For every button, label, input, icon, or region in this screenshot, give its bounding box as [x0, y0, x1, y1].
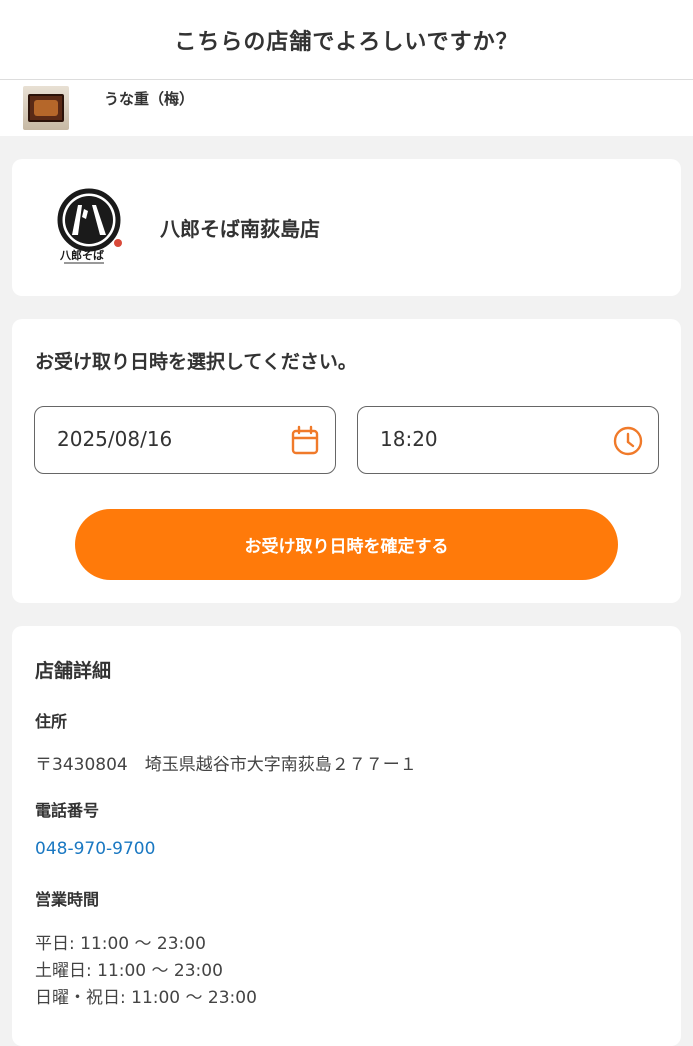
hours-sunday-holiday: 日曜・祝日: 11:00 〜 23:00	[35, 988, 257, 1008]
calendar-icon[interactable]	[289, 425, 321, 457]
confirm-pickup-button[interactable]: お受け取り日時を確定する	[75, 509, 618, 580]
store-name: 八郎そば南荻島店	[160, 217, 320, 241]
store-details-heading: 店舗詳細	[35, 660, 112, 682]
pickup-time-value: 18:20	[380, 427, 438, 451]
phone-link[interactable]: 048-970-9700	[35, 839, 155, 859]
pickup-date-field[interactable]: 2025/08/16	[34, 406, 336, 474]
store-logo-text: 八郎そば	[59, 248, 104, 262]
order-item-row: うな重（梅）	[0, 80, 693, 136]
pickup-date-value: 2025/08/16	[57, 427, 173, 451]
hours-saturday: 土曜日: 11:00 〜 23:00	[35, 961, 223, 981]
pickup-heading: お受け取り日時を選択してください。	[35, 351, 357, 373]
hours-weekday: 平日: 11:00 〜 23:00	[35, 934, 206, 954]
store-details-card: 店舗詳細 住所 〒3430804 埼玉県越谷市大字南荻島２７７ー１ 電話番号 0…	[12, 626, 681, 1046]
page-header: こちらの店舗でよろしいですか？	[0, 0, 693, 80]
page-title: こちらの店舗でよろしいですか？	[174, 29, 519, 55]
pickup-card: お受け取り日時を選択してください。 2025/08/16 18:20 お受け取り…	[12, 319, 681, 603]
store-card: 八郎そば 八郎そば南荻島店	[12, 159, 681, 296]
phone-label: 電話番号	[35, 801, 100, 820]
hours-label: 営業時間	[35, 890, 100, 909]
clock-icon[interactable]	[612, 425, 644, 457]
item-name: うな重（梅）	[104, 90, 195, 108]
item-thumbnail	[23, 86, 69, 130]
address-label: 住所	[35, 712, 68, 731]
pickup-time-field[interactable]: 18:20	[357, 406, 659, 474]
store-logo: 八郎そば	[57, 188, 122, 264]
address-value: 〒3430804 埼玉県越谷市大字南荻島２７７ー１	[35, 755, 417, 775]
